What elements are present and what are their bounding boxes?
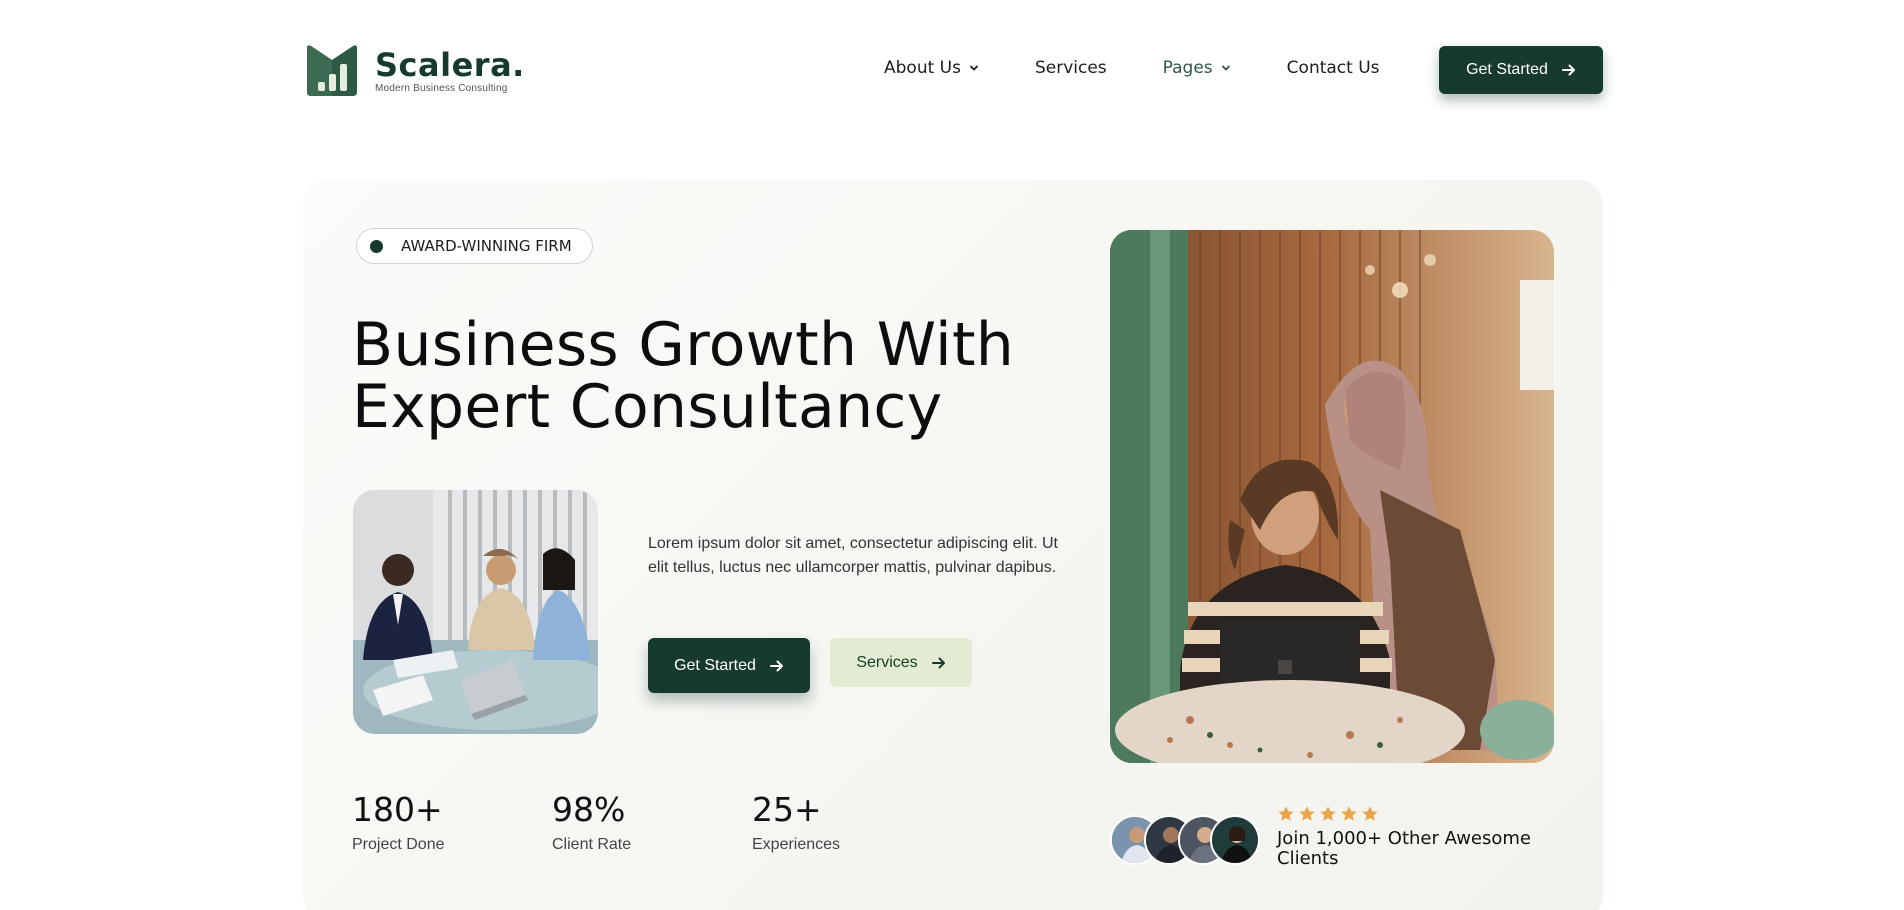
stat-label: Experiences	[752, 836, 841, 853]
arrow-right-icon	[931, 657, 945, 668]
brand-logo[interactable]: Scalera. Modern Business Consulting	[303, 42, 525, 98]
button-label: Get Started	[674, 656, 756, 674]
badge-label: AWARD-WINNING FIRM	[401, 237, 572, 255]
star-rating	[1277, 805, 1537, 823]
star-icon	[1299, 806, 1315, 821]
stat-label: Project Done	[352, 836, 445, 853]
avatar	[1210, 815, 1260, 865]
headline-line-1: Business Growth With	[352, 310, 1015, 380]
button-label: Get Started	[1466, 61, 1548, 78]
star-icon	[1362, 806, 1378, 821]
star-icon	[1320, 806, 1336, 821]
nav-item-contact-us[interactable]: Contact Us	[1287, 58, 1380, 78]
stat-experiences: 25+ Experiences	[752, 790, 840, 854]
nav-item-services[interactable]: Services	[1035, 58, 1107, 78]
social-proof-text: Join 1,000+ Other Awesome Clients	[1277, 828, 1531, 869]
arrow-right-icon	[1561, 64, 1575, 76]
hero-services-button[interactable]: Services	[830, 638, 972, 687]
meeting-photo	[353, 490, 598, 734]
nav-label: Services	[1034, 58, 1107, 78]
nav-item-about-us[interactable]: About Us	[884, 58, 979, 78]
stat-label: Client Rate	[552, 836, 632, 853]
coworkers-photo	[1110, 230, 1554, 763]
hero-description: Lorem ipsum dolor sit amet, consectetur …	[648, 535, 1058, 576]
arrow-right-icon	[769, 660, 783, 671]
star-icon	[1341, 806, 1357, 821]
stat-client-rate: 98% Client Rate	[552, 790, 631, 854]
button-label: Services	[856, 653, 918, 671]
stat-value: 98%	[552, 790, 626, 829]
site-header: Scalera. Modern Business Consulting Abou…	[0, 0, 1904, 140]
nav-item-pages[interactable]: Pages	[1163, 58, 1231, 78]
client-rating: Join 1,000+ Other Awesome Clients	[1277, 805, 1537, 869]
brand-name: Scalera.	[375, 45, 525, 84]
meeting-photo-illustration	[353, 490, 598, 734]
star-icon	[1278, 806, 1294, 821]
main-nav: About Us Services Pages Contact Us	[884, 58, 1380, 78]
stat-value: 180+	[352, 790, 443, 829]
stat-projects: 180+ Project Done	[352, 790, 445, 854]
bar-chart-logo-icon	[307, 45, 357, 96]
award-badge: AWARD-WINNING FIRM	[356, 228, 593, 264]
hero-headline: Business Growth With Expert Consultancy	[352, 314, 1014, 438]
hero-get-started-button[interactable]: Get Started	[648, 638, 810, 693]
coworkers-photo-illustration	[1110, 230, 1554, 763]
chevron-down-icon	[970, 65, 978, 71]
brand-tagline: Modern Business Consulting	[375, 82, 508, 94]
nav-label: Contact Us	[1286, 58, 1380, 78]
chevron-down-icon	[1221, 65, 1230, 71]
badge-dot	[370, 240, 383, 253]
nav-label: About Us	[884, 58, 961, 78]
header-get-started-button[interactable]: Get Started	[1439, 46, 1603, 94]
client-avatars	[1110, 815, 1260, 865]
headline-line-2: Expert Consultancy	[352, 372, 943, 442]
stat-value: 25+	[752, 790, 822, 829]
brand-text: Scalera. Modern Business Consulting	[375, 47, 525, 94]
nav-label: Pages	[1162, 58, 1213, 78]
